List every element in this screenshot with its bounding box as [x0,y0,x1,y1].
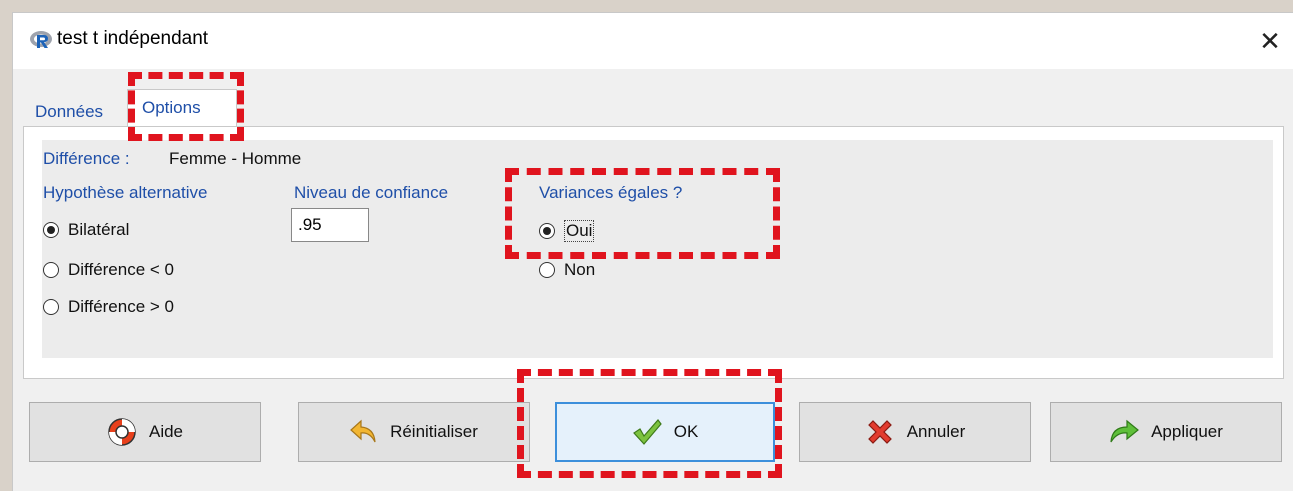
close-icon: ✕ [1259,25,1281,56]
radio-label: Différence < 0 [68,260,175,279]
window-title: test t indépendant [57,28,209,49]
redo-arrow-icon [1109,419,1140,445]
undo-arrow-icon [350,419,378,445]
ok-button-label: OK [673,422,699,441]
radio-label: Non [564,260,596,279]
apply-button-label: Appliquer [1151,422,1223,441]
radio-label: Différence > 0 [68,297,175,316]
radio-indicator [43,262,59,278]
radio-indicator [539,262,555,278]
radio-difference-less[interactable]: Différence < 0 [43,260,174,280]
help-button[interactable]: Aide [29,402,261,462]
difference-label: Différence : [43,149,130,168]
tab-options-label: Options [142,98,201,117]
tab-donnees[interactable]: Données [35,102,103,122]
confidence-level-input[interactable] [291,208,369,242]
cancel-button[interactable]: Annuler [799,402,1031,462]
radio-indicator [43,222,59,238]
dialog-window: test t indépendant ✕ Données Options Dif… [12,12,1293,491]
options-panel-inner [42,140,1273,358]
tab-options[interactable]: Options [127,89,237,127]
checkmark-icon [632,418,662,446]
apply-button[interactable]: Appliquer [1050,402,1282,462]
radio-bilateral[interactable]: Bilatéral [43,220,129,240]
difference-value: Femme - Homme [169,149,302,168]
radio-variances-non[interactable]: Non [539,260,595,280]
alternative-hypothesis-label: Hypothèse alternative [43,183,208,202]
ok-button[interactable]: OK [555,402,775,462]
radio-variances-oui[interactable]: Oui [539,220,595,242]
help-button-label: Aide [148,422,184,441]
close-button[interactable]: ✕ [1246,13,1293,69]
equal-variances-label: Variances égales ? [539,183,683,202]
radio-indicator [539,223,555,239]
r-logo-icon [29,30,53,50]
cancel-button-label: Annuler [906,422,966,441]
radio-label: Bilatéral [68,220,130,239]
radio-label: Oui [564,220,595,242]
lifebuoy-icon [107,417,137,447]
reset-button-label: Réinitialiser [390,422,478,441]
radio-difference-greater[interactable]: Différence > 0 [43,297,174,317]
reset-button[interactable]: Réinitialiser [298,402,530,462]
cancel-x-icon [865,417,895,447]
confidence-level-label: Niveau de confiance [294,183,449,202]
title-bar: test t indépendant ✕ [13,13,1293,69]
radio-indicator [43,299,59,315]
